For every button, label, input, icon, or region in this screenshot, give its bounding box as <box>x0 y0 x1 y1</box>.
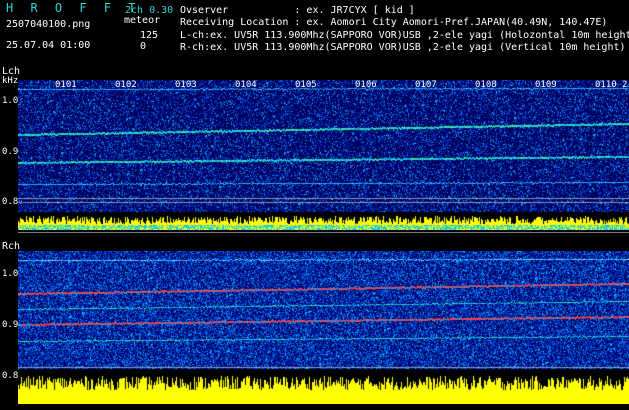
lch-tick-0-9: 0.9 <box>2 147 19 157</box>
time-tick-0105: 0105 <box>295 80 317 90</box>
time-tick-tail: 2 <box>622 80 628 90</box>
rch-tick-1-0: 1.0 <box>2 269 19 279</box>
event-count-bottom: 0 <box>140 41 147 52</box>
time-tick-0107: 0107 <box>415 80 437 90</box>
channel-divider <box>18 232 629 233</box>
app-title: H R O F F T <box>6 1 141 15</box>
time-tick-0103: 0103 <box>175 80 197 90</box>
lch-tick-1-0: 1.0 <box>2 96 19 106</box>
time-tick-0106: 0106 <box>355 80 377 90</box>
time-tick-0109: 0109 <box>535 80 557 90</box>
rch-info-line: R-ch:ex. UV5R 113.900Mhz(SAPPORO VOR)USB… <box>180 42 626 53</box>
event-count-top: 125 <box>140 30 159 41</box>
filename: 2507040100.png <box>6 19 91 30</box>
rch-spectrogram <box>18 251 629 404</box>
lch-info-line: L-ch:ex. UV5R 113.900Mhz(SAPPORO VOR)USB… <box>180 30 629 41</box>
lch-tick-0-8: 0.8 <box>2 197 19 207</box>
rch-tick-0-9: 0.9 <box>2 320 19 330</box>
datetime: 25.07.04 01:00 <box>6 40 91 51</box>
time-tick-0102: 0102 <box>115 80 137 90</box>
time-tick-0110: 0110 <box>595 80 617 90</box>
time-tick-0104: 0104 <box>235 80 257 90</box>
rch-tick-0-8: 0.8 <box>2 371 19 381</box>
event-label: meteor <box>124 15 161 26</box>
time-tick-0101: 0101 <box>55 80 77 90</box>
time-tick-0108: 0108 <box>475 80 497 90</box>
location-line: Receiving Location : ex. Aomori City Aom… <box>180 17 608 28</box>
lch-spectrogram <box>18 80 629 230</box>
observer-line: Ovserver : ex. JR7CYX [ kid ] <box>180 5 415 16</box>
lch-unit: kHz <box>2 76 19 86</box>
